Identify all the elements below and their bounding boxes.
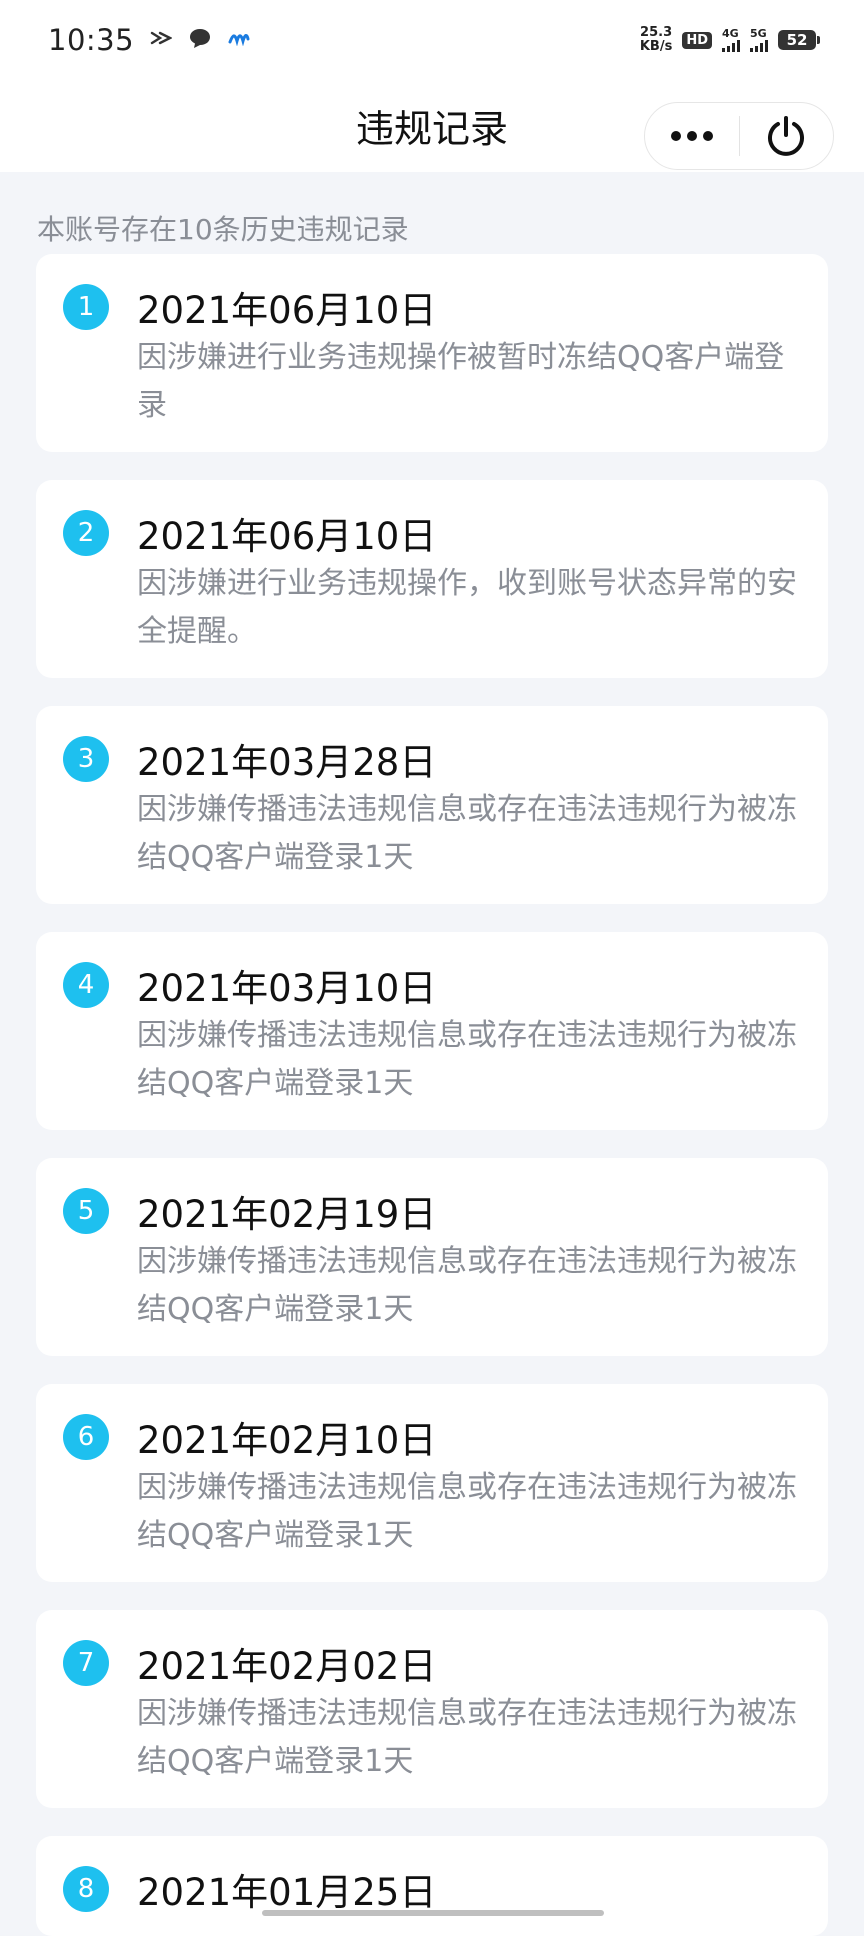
home-indicator[interactable] xyxy=(262,1910,604,1916)
record-index-badge: 8 xyxy=(63,1866,109,1912)
more-icon xyxy=(670,131,713,141)
record-card[interactable]: 7 2021年02月02日 因涉嫌传播违法违规信息或存在违法违规行为被冻结QQ客… xyxy=(36,1610,828,1808)
violation-summary: 本账号存在10条历史违规记录 xyxy=(37,213,409,246)
record-index-badge: 2 xyxy=(63,510,109,556)
record-description: 因涉嫌传播违法违规信息或存在违法违规行为被冻结QQ客户端登录1天 xyxy=(137,792,797,875)
record-description: 因涉嫌传播违法违规信息或存在违法违规行为被冻结QQ客户端登录1天 xyxy=(137,1244,797,1327)
sim2-signal-icon: 5G xyxy=(750,28,768,52)
record-card[interactable]: 3 2021年03月28日 因涉嫌传播违法违规信息或存在违法违规行为被冻结QQ客… xyxy=(36,706,828,904)
wave-notification-icon xyxy=(228,30,250,50)
record-card[interactable]: 1 2021年06月10日 因涉嫌进行业务违规操作被暂时冻结QQ客户端登录 xyxy=(36,254,828,452)
record-index-badge: 4 xyxy=(63,962,109,1008)
record-description: 因涉嫌传播违法违规信息或存在违法违规行为被冻结QQ客户端登录1天 xyxy=(137,1018,797,1101)
app-notification-icon xyxy=(150,30,173,50)
record-card[interactable]: 6 2021年02月10日 因涉嫌传播违法违规信息或存在违法违规行为被冻结QQ客… xyxy=(36,1384,828,1582)
record-card[interactable]: 2 2021年06月10日 因涉嫌进行业务违规操作，收到账号状态异常的安全提醒。 xyxy=(36,480,828,678)
record-description: 因涉嫌传播违法违规信息或存在违法违规行为被冻结QQ客户端登录1天 xyxy=(137,1470,797,1553)
record-date: 2021年01月25日 xyxy=(137,1871,437,1914)
record-date: 2021年03月28日 xyxy=(137,741,437,784)
record-index-badge: 1 xyxy=(63,284,109,330)
record-card[interactable]: 8 2021年01月25日 xyxy=(36,1836,828,1936)
record-description: 因涉嫌进行业务违规操作，收到账号状态异常的安全提醒。 xyxy=(137,566,797,649)
record-index-badge: 6 xyxy=(63,1414,109,1460)
network-speed: 25.3 KB/s xyxy=(639,25,673,54)
record-date: 2021年02月02日 xyxy=(137,1645,437,1688)
power-icon xyxy=(768,116,805,156)
chat-notification-icon xyxy=(188,27,212,53)
record-index-badge: 5 xyxy=(63,1188,109,1234)
sim1-signal-icon: 4G xyxy=(722,28,740,52)
record-card[interactable]: 4 2021年03月10日 因涉嫌传播违法违规信息或存在违法违规行为被冻结QQ客… xyxy=(36,932,828,1130)
record-index-badge: 7 xyxy=(63,1640,109,1686)
more-button[interactable] xyxy=(645,103,739,169)
mini-program-capsule xyxy=(644,102,834,170)
battery-icon: 52 xyxy=(778,30,820,50)
record-date: 2021年06月10日 xyxy=(137,289,437,332)
close-button[interactable] xyxy=(740,103,834,169)
nav-header: 违规记录 xyxy=(0,80,864,172)
record-description: 因涉嫌传播违法违规信息或存在违法违规行为被冻结QQ客户端登录1天 xyxy=(137,1696,797,1779)
hd-voice-badge: HD xyxy=(682,31,712,49)
record-date: 2021年02月19日 xyxy=(137,1193,437,1236)
record-index-badge: 3 xyxy=(63,736,109,782)
record-date: 2021年02月10日 xyxy=(137,1419,437,1462)
record-date: 2021年03月10日 xyxy=(137,967,437,1010)
record-date: 2021年06月10日 xyxy=(137,515,437,558)
status-time: 10:35 xyxy=(48,23,135,57)
status-bar: 10:35 25.3 KB/s HD 4G 5G 52 xyxy=(0,0,864,80)
record-card[interactable]: 5 2021年02月19日 因涉嫌传播违法违规信息或存在违法违规行为被冻结QQ客… xyxy=(36,1158,828,1356)
battery-level: 52 xyxy=(786,31,808,49)
record-description: 因涉嫌进行业务违规操作被暂时冻结QQ客户端登录 xyxy=(137,340,785,423)
